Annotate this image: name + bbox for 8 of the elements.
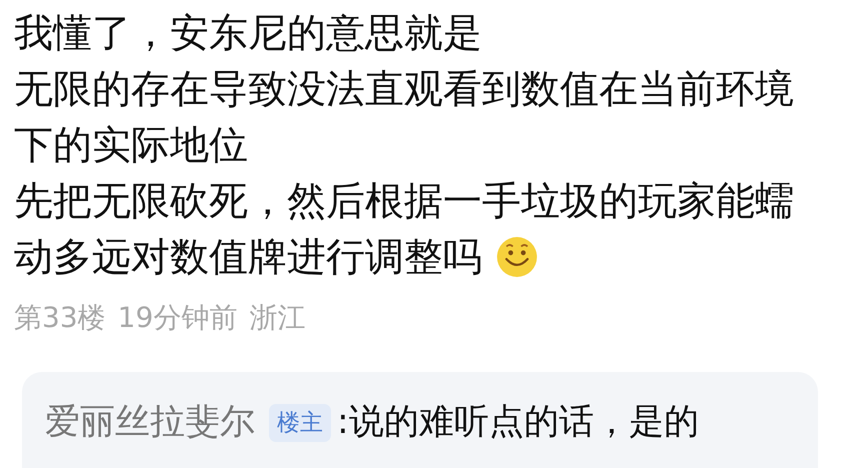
author-tag: 楼主 [269,404,331,442]
post-time: 19分钟前 [118,300,238,336]
post-location: 浙江 [249,300,306,336]
reply-author[interactable]: 爱丽丝拉斐尔 [45,400,255,444]
smiley-icon [496,236,538,278]
reply-text: :说的难听点的话，是的 [337,401,699,444]
floor-number: 第33楼 [14,300,106,336]
post-text: 我懂了，安东尼的意思就是 无限的存在导致没法直观看到数值在当前环境 下的实际地位 先把无限砍死，然后根据一手垃圾的玩家能蠕 动多远对数值牌进行调整吗 [14,10,795,282]
